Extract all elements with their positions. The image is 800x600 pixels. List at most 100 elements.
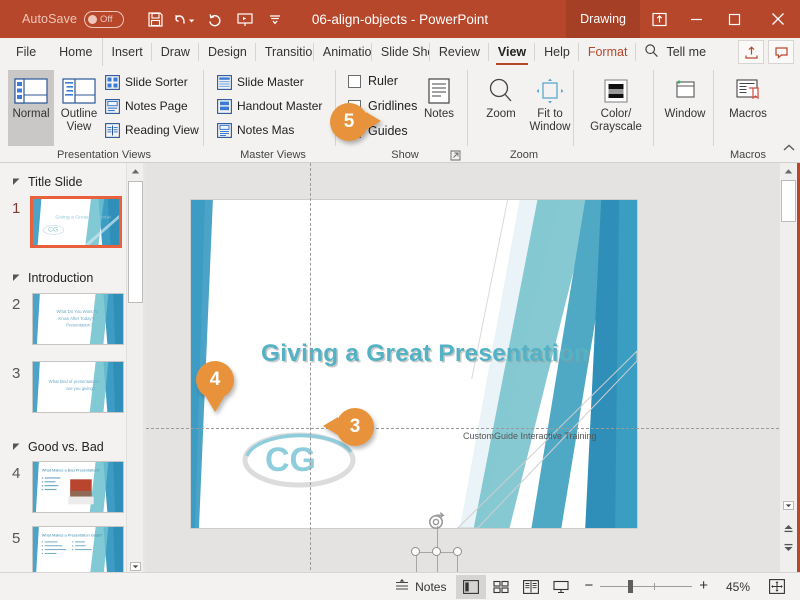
slide-number-5: 5 <box>12 530 21 547</box>
comments-icon[interactable] <box>768 40 794 64</box>
section-header-title-slide[interactable]: Title Slide <box>12 175 82 189</box>
slide-thumbnail-4[interactable]: What Makes a Bad Presentation? <box>32 461 124 513</box>
previous-slide-icon[interactable] <box>780 519 797 536</box>
close-button[interactable] <box>756 0 800 38</box>
slide-thumbnail-2[interactable]: What Do You Want To Know After Today's P… <box>32 293 124 345</box>
macros-button[interactable]: Macros <box>722 70 774 146</box>
undo-icon[interactable] <box>170 4 200 34</box>
slide-sorter-button[interactable]: Slide Sorter <box>104 74 188 90</box>
fit-slide-to-window-button[interactable] <box>762 575 792 599</box>
tab-view[interactable]: View <box>489 38 536 66</box>
zoom-slider-knob[interactable] <box>628 580 634 593</box>
collapse-ribbon-icon[interactable] <box>782 141 796 159</box>
autosave-toggle[interactable]: AutoSave Off <box>22 10 125 28</box>
zoom-button[interactable]: Zoom <box>478 70 524 146</box>
outline-view-label: Outline View <box>60 108 98 133</box>
scrollbar-thumb[interactable] <box>128 181 143 303</box>
status-reading-view-button[interactable] <box>516 575 546 599</box>
share-icon[interactable] <box>738 40 764 64</box>
tab-insert[interactable]: Insert <box>101 38 152 66</box>
notes-button[interactable]: Notes <box>416 70 462 146</box>
zoom-level-label[interactable]: 45% <box>716 580 750 594</box>
save-icon[interactable] <box>140 4 170 34</box>
resize-handle-top-center[interactable] <box>432 547 441 556</box>
slide-subtitle-text[interactable]: CustomGuide Interactive Training <box>463 431 597 441</box>
zoom-slider-track[interactable] <box>600 580 693 593</box>
slide-number-4: 4 <box>12 465 21 482</box>
tab-transitions[interactable]: Transitio <box>256 38 314 66</box>
window-button[interactable]: Window <box>658 70 712 146</box>
slide-master-button[interactable]: Slide Master <box>216 74 304 90</box>
section-header-good-vs-bad[interactable]: Good vs. Bad <box>12 440 104 454</box>
status-slide-sorter-button[interactable] <box>486 575 516 599</box>
resize-handle-top-right[interactable] <box>453 547 462 556</box>
slide-edit-area[interactable]: Giving a Great Presentation CustomGuide … <box>146 163 784 575</box>
ribbon-group-presentation-views: Normal Outline View Slide Sorter Notes P… <box>4 66 204 163</box>
reading-view-button[interactable]: Reading View <box>104 122 199 138</box>
next-slide-icon[interactable] <box>780 539 797 556</box>
scroll-up-icon[interactable] <box>127 163 143 180</box>
vertical-guide[interactable] <box>310 163 311 575</box>
redo-icon[interactable] <box>200 4 230 34</box>
fit-to-window-icon <box>535 74 565 108</box>
tab-format[interactable]: Format <box>579 38 637 66</box>
slide-sorter-label: Slide Sorter <box>125 75 188 89</box>
normal-view-button[interactable]: Normal <box>8 70 54 146</box>
scroll-up-icon[interactable] <box>780 163 797 180</box>
horizontal-guide[interactable] <box>146 428 784 429</box>
slide-canvas[interactable]: Giving a Great Presentation CustomGuide … <box>190 199 638 529</box>
scroll-down-button[interactable] <box>780 497 797 514</box>
zoom-out-button[interactable]: − <box>580 577 600 597</box>
tab-help[interactable]: Help <box>535 38 579 66</box>
slide-thumbnail-3[interactable]: What kind of presentations are you givin… <box>32 361 124 413</box>
ribbon-display-options-icon[interactable] <box>640 0 678 38</box>
notes-button-label: Notes <box>423 108 455 120</box>
callout-3: 3 <box>323 408 374 446</box>
tab-draw[interactable]: Draw <box>152 38 199 66</box>
start-from-beginning-icon[interactable] <box>230 4 260 34</box>
slide-thumbnail-1[interactable]: Giving a Great Presentat CG <box>30 196 122 248</box>
maximize-button[interactable] <box>712 0 756 38</box>
notes-page-button[interactable]: Notes Page <box>104 98 188 114</box>
tab-animations[interactable]: Animatio <box>314 38 372 66</box>
contextual-tab-drawing[interactable]: Drawing <box>566 0 640 38</box>
collapse-arrow-icon <box>12 440 21 454</box>
autosave-switch[interactable]: Off <box>84 10 125 28</box>
cg-logo-text: CG <box>265 441 316 479</box>
status-slide-show-button[interactable] <box>546 575 576 599</box>
group-label-master-views: Master Views <box>240 149 306 161</box>
thumb-deco: Giving a Great Presentat CG <box>33 199 119 245</box>
tab-home[interactable]: Home <box>50 38 101 66</box>
customize-quick-access-toolbar-icon[interactable] <box>260 4 290 34</box>
ruler-checkbox[interactable]: Ruler <box>348 74 398 88</box>
tell-me-box[interactable]: Tell me <box>644 43 706 61</box>
zoom-slider[interactable]: − + <box>580 577 712 597</box>
outline-view-button[interactable]: Outline View <box>56 70 102 146</box>
thumb-deco: What kind of presentations are you givin… <box>33 362 123 412</box>
notes-master-label: Notes Mas <box>237 123 295 137</box>
section-header-introduction[interactable]: Introduction <box>12 271 93 285</box>
quick-access-toolbar <box>140 4 290 34</box>
tab-review[interactable]: Review <box>430 38 489 66</box>
tab-design[interactable]: Design <box>199 38 256 66</box>
notes-master-button[interactable]: Notes Mas <box>216 122 294 138</box>
rotate-icon[interactable] <box>428 512 447 536</box>
resize-handle-top-left[interactable] <box>411 547 420 556</box>
notes-toggle-button[interactable]: Notes <box>385 574 456 600</box>
slide-area-scrollbar[interactable] <box>780 163 797 575</box>
zoom-in-button[interactable]: + <box>692 577 712 597</box>
handout-master-button[interactable]: Handout Master <box>216 98 322 114</box>
svg-text:What Makes a Presentation Good: What Makes a Presentation Good? <box>42 533 103 538</box>
slide-thumbnail-5[interactable]: What Makes a Presentation Good? <box>32 526 124 575</box>
tab-file[interactable]: File <box>0 38 50 66</box>
tab-view-underline <box>495 62 529 65</box>
thumbnail-pane-scrollbar[interactable] <box>126 163 143 575</box>
group-separator <box>467 70 468 146</box>
scrollbar-thumb[interactable] <box>781 180 796 222</box>
color-grayscale-button[interactable]: Color/ Grayscale <box>584 70 648 146</box>
slide-master-icon <box>216 74 232 90</box>
tab-slide-show[interactable]: Slide Sho <box>372 38 430 66</box>
section-title: Good vs. Bad <box>28 440 104 454</box>
status-normal-view-button[interactable] <box>456 574 487 599</box>
fit-to-window-button[interactable]: Fit to Window <box>524 70 576 146</box>
